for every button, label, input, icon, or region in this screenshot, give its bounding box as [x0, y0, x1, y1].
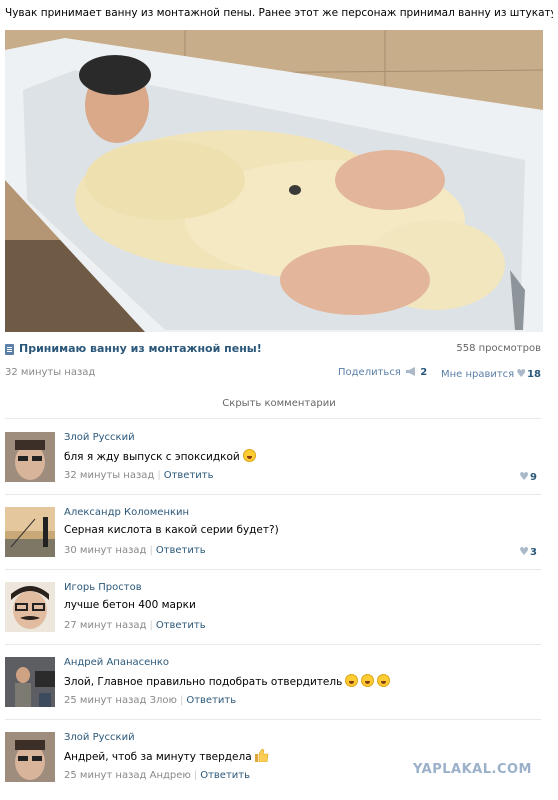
like-button[interactable]: Мне нравится ♥18	[441, 367, 541, 380]
comment-like-button[interactable]: ♥9	[517, 470, 537, 483]
laughing-emoji-icon	[242, 449, 256, 462]
comment-time[interactable]: 32 минуты назад	[64, 470, 154, 481]
comment-meta: 32 минуты назад | Ответить	[64, 470, 214, 481]
share-count: 2	[420, 367, 428, 378]
comment-author[interactable]: Андрей Апанасенко	[64, 657, 169, 668]
watermark: YAPLAKAL.COM	[413, 762, 532, 777]
comment-text: Злой, Главное правильно подобрать отверд…	[64, 674, 391, 688]
divider	[5, 418, 541, 419]
view-count: 558 просмотров	[456, 343, 541, 354]
heart-icon: ♥	[519, 470, 530, 483]
heart-icon: ♥	[519, 545, 530, 558]
video-title-link[interactable]: Принимаю ванну из монтажной пены!	[19, 342, 262, 355]
reply-link[interactable]: Ответить	[164, 470, 214, 481]
post-timestamp[interactable]: 32 минуты назад	[5, 367, 95, 378]
comment-author[interactable]: Александр Коломенкин	[64, 507, 189, 518]
comment-like-count: 9	[530, 472, 537, 483]
comment-body: Андрей, чтоб за минуту твердела	[64, 751, 252, 763]
heart-icon: ♥	[516, 367, 527, 380]
comment-body: бля я жду выпуск с эпоксидкой	[64, 451, 240, 463]
comment-meta: 25 минут назад Андрею | Ответить	[64, 770, 250, 781]
comment-item: Злой Русский бля я жду выпуск с эпоксидк…	[5, 420, 541, 494]
video-thumbnail	[5, 30, 543, 332]
post-caption: Чувак принимает ванну из монтажной пены.…	[5, 7, 553, 19]
laughing-emoji-icon	[361, 674, 375, 687]
avatar[interactable]	[5, 582, 55, 632]
comment-text: бля я жду выпуск с эпоксидкой	[64, 449, 256, 463]
comment-text: лучше бетон 400 марки	[64, 599, 196, 611]
reply-link[interactable]: Ответить	[156, 545, 206, 556]
share-label: Поделиться	[338, 367, 401, 378]
video-icon	[5, 344, 14, 355]
megaphone-icon	[406, 367, 416, 376]
avatar[interactable]	[5, 507, 55, 557]
like-count: 18	[527, 369, 541, 380]
avatar[interactable]	[5, 657, 55, 707]
reply-link[interactable]: Ответить	[156, 620, 206, 631]
share-button[interactable]: Поделиться 2	[338, 367, 427, 378]
laughing-emoji-icon	[377, 674, 391, 687]
hide-comments-link[interactable]: Скрыть комментарии	[0, 398, 558, 409]
thumbs-up-emoji-icon	[254, 749, 268, 762]
avatar[interactable]	[5, 732, 55, 782]
comment-author[interactable]: Злой Русский	[64, 732, 135, 743]
comment-time[interactable]: 27 минут назад	[64, 620, 146, 631]
video-player[interactable]	[5, 30, 543, 332]
comment-like-button[interactable]: ♥3	[517, 545, 537, 558]
comment-like-count: 3	[530, 547, 537, 558]
comment-meta: 25 минут назад Злою | Ответить	[64, 695, 237, 706]
comment-meta: 27 минут назад | Ответить	[64, 620, 206, 631]
post-meta-row: 32 минуты назад Поделиться 2 Мне нравитс…	[5, 366, 541, 382]
comment-time[interactable]: 25 минут назад Андрею	[64, 770, 191, 781]
comment-time[interactable]: 30 минут назад	[64, 545, 146, 556]
comment-text: Андрей, чтоб за минуту твердела	[64, 749, 269, 763]
comment-time[interactable]: 25 минут назад Злою	[64, 695, 177, 706]
comment-author[interactable]: Злой Русский	[64, 432, 135, 443]
avatar[interactable]	[5, 432, 55, 482]
comment-meta: 30 минут назад | Ответить	[64, 545, 206, 556]
comment-item: Игорь Простов лучше бетон 400 марки 27 м…	[5, 570, 541, 644]
like-label: Мне нравится	[440, 369, 515, 380]
comment-item: Злой Русский Андрей, чтоб за минуту твер…	[5, 720, 541, 794]
video-title-row: Принимаю ванну из монтажной пены! 558 пр…	[5, 342, 541, 358]
reply-link[interactable]: Ответить	[186, 695, 236, 706]
laughing-emoji-icon	[345, 674, 359, 687]
comment-text: Серная кислота в какой серии будет?)	[64, 524, 279, 536]
reply-link[interactable]: Ответить	[200, 770, 250, 781]
comment-item: Андрей Апанасенко Злой, Главное правильн…	[5, 645, 541, 719]
comment-item: Александр Коломенкин Серная кислота в ка…	[5, 495, 541, 569]
comment-body: Злой, Главное правильно подобрать отверд…	[64, 676, 343, 688]
comment-author[interactable]: Игорь Простов	[64, 582, 142, 593]
